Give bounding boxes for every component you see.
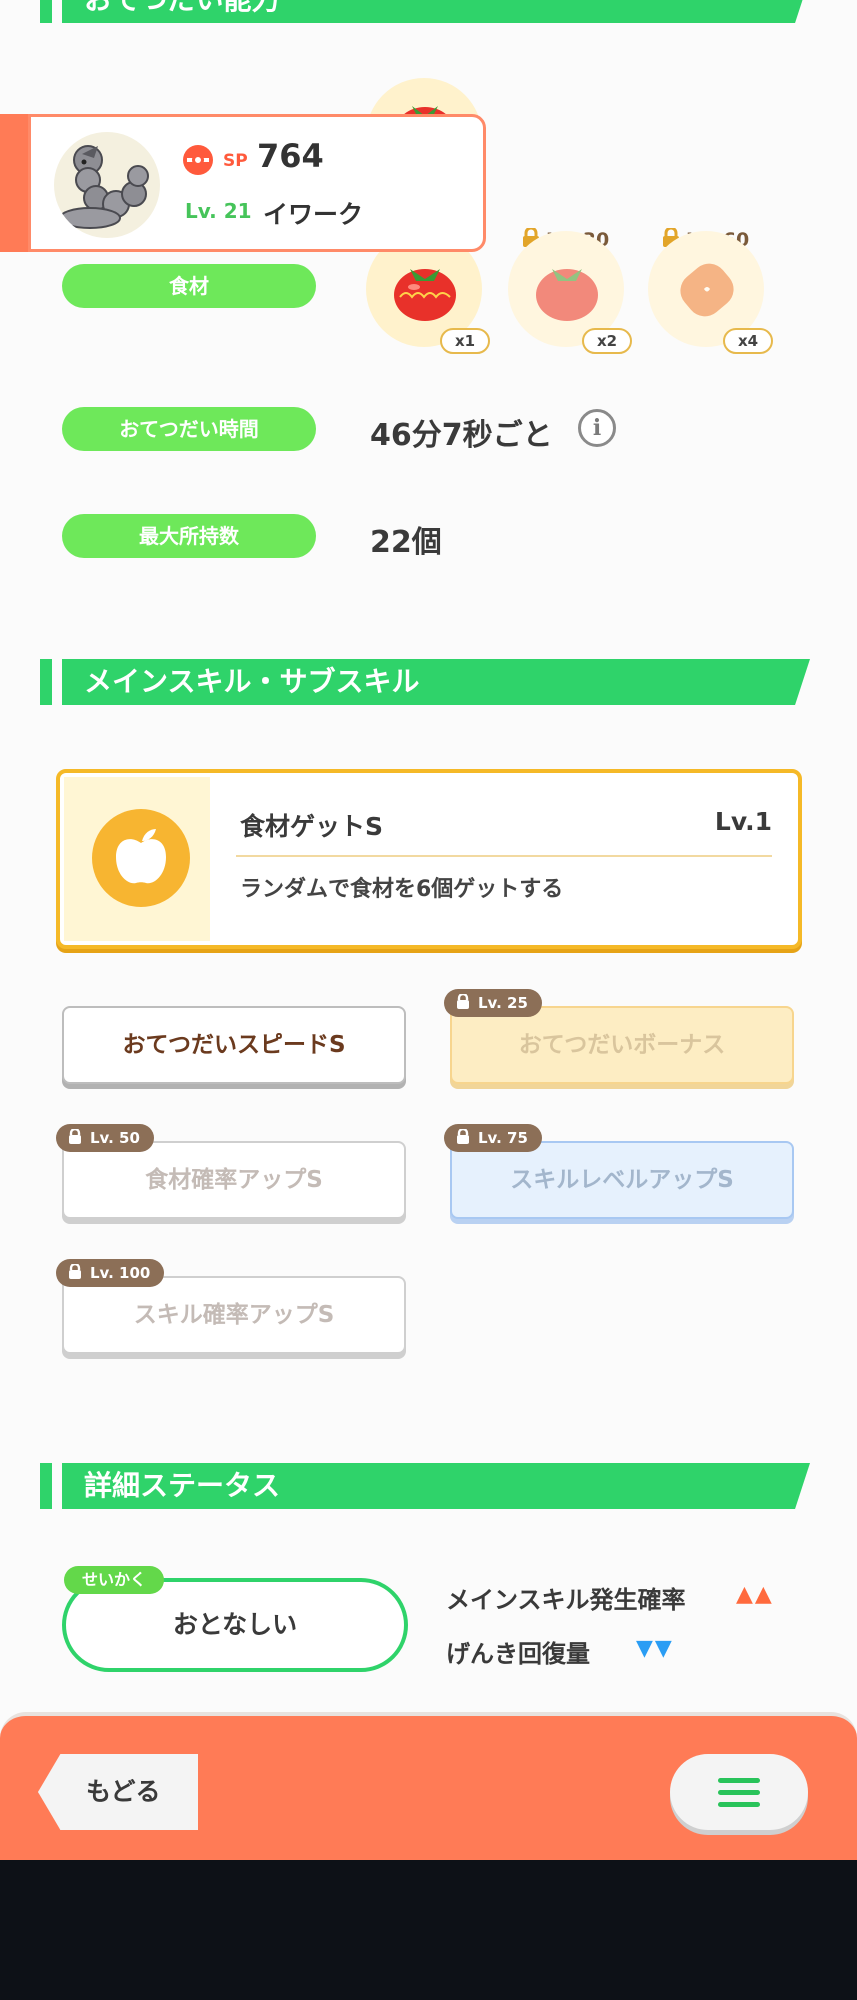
nature-up-effect: メインスキル発生確率: [446, 1586, 686, 1614]
bread-icon: [680, 263, 734, 317]
screen: おてつだい能力 食材 x1 Lv. 30 x2 Lv. 60: [0, 0, 857, 1858]
lock-icon: [457, 994, 469, 1009]
divider: [236, 855, 772, 857]
sub-skill-3[interactable]: 食材確率アップS: [62, 1141, 406, 1219]
sp-label: SP: [223, 151, 248, 171]
sub-skill-5-unlock-tag: Lv. 100: [56, 1259, 165, 1287]
unlock-level: Lv. 50: [90, 1129, 140, 1147]
pokemon-name: イワーク: [263, 200, 364, 229]
ingredient-qty-2: x2: [582, 328, 632, 354]
section-title: 詳細ステータス: [84, 1469, 281, 1502]
section-header-details: 詳細ステータス: [40, 1463, 810, 1509]
apple-icon: [92, 809, 190, 907]
sub-skill-2-unlock-tag: Lv. 25: [444, 989, 542, 1017]
ingredients-label: 食材: [62, 264, 316, 308]
section-title: おてつだい能力: [84, 0, 279, 23]
onix-avatar: [54, 132, 160, 238]
menu-button[interactable]: [670, 1754, 808, 1830]
nature-tag: せいかく: [64, 1566, 165, 1594]
main-skill-card[interactable]: 食材ゲットS Lv.1 ランダムで食材を6個ゲットする: [56, 769, 802, 949]
ingredient-qty-3: x4: [723, 328, 773, 354]
help-time-label: おてつだい時間: [62, 407, 316, 451]
help-time-value: 46分7秒ごと: [370, 418, 553, 453]
sub-skill-1[interactable]: おてつだいスピードS: [62, 1006, 406, 1084]
menu-icon: [718, 1778, 760, 1783]
section-title: メインスキル・サブスキル: [84, 665, 420, 698]
menu-icon: [718, 1790, 760, 1795]
unlock-level: Lv. 75: [478, 1129, 528, 1147]
nature-down-effect: げんき回復量: [446, 1640, 590, 1668]
tomato-icon: [536, 269, 598, 321]
max-carry-value: 22個: [370, 525, 442, 560]
pokemon-level: Lv. 21: [185, 199, 252, 223]
max-carry-label: 最大所持数: [62, 514, 316, 558]
down-arrows-icon: ▼▼: [636, 1636, 674, 1661]
back-button-label[interactable]: もどる: [86, 1772, 161, 1808]
main-skill-level: Lv.1: [714, 807, 772, 836]
sub-skill-5[interactable]: スキル確率アップS: [62, 1276, 406, 1354]
info-icon[interactable]: i: [578, 409, 616, 447]
ingredient-qty-1: x1: [440, 328, 490, 354]
sub-skill-3-unlock-tag: Lv. 50: [56, 1124, 154, 1152]
up-arrows-icon: ▲▲: [736, 1582, 774, 1607]
sub-skill-4[interactable]: スキルレベルアップS: [450, 1141, 794, 1219]
section-header-skills: メインスキル・サブスキル: [40, 659, 810, 705]
nature-value: おとなしい: [172, 1610, 298, 1639]
tomato-icon: [394, 269, 456, 321]
main-skill-description: ランダムで食材を6個ゲットする: [240, 877, 564, 902]
unlock-level: Lv. 25: [478, 994, 528, 1012]
sub-skill-2[interactable]: おてつだいボーナス: [450, 1006, 794, 1084]
section-header-help-ability: おてつだい能力: [40, 0, 810, 23]
menu-icon: [718, 1802, 760, 1807]
pokeball-icon: [183, 145, 213, 175]
lock-icon: [69, 1264, 81, 1279]
lock-icon: [69, 1129, 81, 1144]
sp-value: 764: [257, 137, 324, 175]
sub-skill-4-unlock-tag: Lv. 75: [444, 1124, 542, 1152]
lock-icon: [457, 1129, 469, 1144]
unlock-level: Lv. 100: [90, 1264, 151, 1282]
main-skill-name: 食材ゲットS: [240, 812, 384, 841]
